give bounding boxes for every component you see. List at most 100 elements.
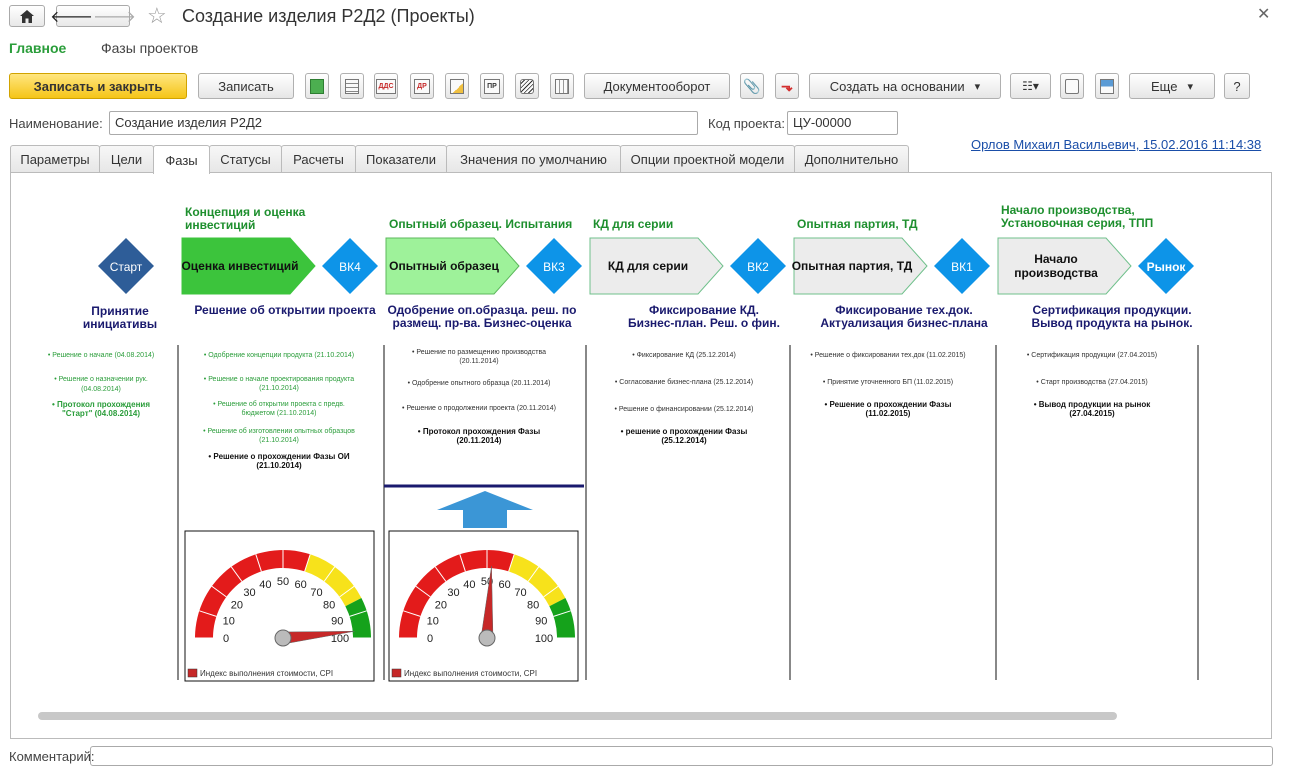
attach-button[interactable]: 📎 [740, 73, 764, 99]
project-code-label: Код проекта: [708, 116, 785, 131]
horizontal-scrollbar[interactable] [38, 712, 1117, 720]
start-item: • Решение о назначении рук. [54, 376, 148, 383]
structure-icon: ☷▾ [1022, 79, 1039, 93]
tab-phases[interactable]: Фазы [153, 145, 210, 174]
export-button[interactable] [1095, 73, 1119, 99]
gauge-hub [478, 629, 496, 647]
gate-label: Рынок [1147, 260, 1187, 274]
phase-header: Опытная партия, ТД [797, 217, 918, 231]
name-field[interactable]: Создание изделия Р2Д2 [109, 111, 698, 135]
section-main[interactable]: Главное [9, 40, 66, 56]
phase-header: КД для серии [593, 217, 673, 231]
gauge-tick-label: 10 [427, 615, 439, 627]
gauge-tick-label: 40 [463, 579, 475, 591]
docflow-button[interactable]: Документооборот [584, 73, 730, 99]
phase-box-label: КД для серии [608, 259, 688, 273]
gauge-tick-label: 60 [498, 579, 510, 591]
phase-item: • Решение о прохождении Фазы ОИ [208, 452, 349, 461]
gauge-tick-label: 70 [310, 587, 322, 599]
phase-item: • Решение о продолжении проекта (20.11.2… [402, 405, 556, 412]
start-caption: Принятие [91, 304, 149, 318]
phase-item: • Сертификация продукции (27.04.2015) [1027, 352, 1157, 359]
current-phase-arrow [437, 491, 533, 528]
gauge-tick-label: 10 [223, 615, 235, 627]
gauge-tick-label: 50 [277, 576, 289, 588]
nav-back-forward: 🡐 🡒 [50, 5, 136, 27]
phase-item: (11.02.2015) [866, 409, 911, 418]
print-button[interactable] [1060, 73, 1084, 99]
phase-item: (21.10.2014) [256, 461, 302, 470]
phase-caption: Фиксирование тех.док. [835, 303, 972, 317]
phase-item: • Решение о прохождении Фазы [825, 400, 952, 409]
gauge-tick-label: 30 [447, 587, 459, 599]
report-green-button[interactable] [305, 73, 329, 99]
phases-panel: Старт Принятие инициативы • Решение о начал… [10, 172, 1272, 739]
structure-dropdown-button[interactable]: ☷▾ [1010, 73, 1051, 99]
create-based-on-button[interactable]: Создать на основании [809, 73, 1001, 99]
phase-item: • Одобрение концепции продукта (21.10.20… [204, 351, 354, 359]
dds-report-button[interactable]: ДДС [374, 73, 398, 99]
tab-additional[interactable]: Дополнительно [794, 145, 909, 173]
tab-goals[interactable]: Цели [99, 145, 154, 173]
phase-item: • Принятие уточненного БП (11.02.2015) [823, 379, 953, 386]
project-code-field[interactable]: ЦУ-00000 [787, 111, 898, 135]
phase-box-label: Опытный образец [389, 259, 499, 273]
phase-caption: Одобрение оп.образца. реш. по [388, 303, 577, 317]
forward-arrow-icon[interactable]: 🡒 [93, 6, 136, 27]
help-button[interactable]: ? [1224, 73, 1250, 99]
edit-document-button[interactable] [445, 73, 469, 99]
list-report-button[interactable] [340, 73, 364, 99]
tab-calculations[interactable]: Расчеты [281, 145, 356, 173]
phase-item: • Решение о фиксировании тех.док (11.02.… [810, 352, 965, 359]
more-button[interactable]: Еще [1129, 73, 1215, 99]
phase-caption: размещ. пр-ва. Бизнес-оценка [392, 316, 571, 330]
phase-diagram: Старт Принятиеинициативы • Решение о начал… [48, 203, 1199, 682]
phase-item: • Протокол прохождения Фазы [418, 427, 541, 436]
gauge-tick-label: 20 [435, 599, 447, 611]
tab-parameters[interactable]: Параметры [10, 145, 100, 173]
table-icon [555, 78, 569, 94]
gauge-hub [274, 629, 292, 647]
save-button[interactable]: Записать [198, 73, 294, 99]
gauge-tick-label: 0 [427, 633, 433, 645]
tab-indicators[interactable]: Показатели [355, 145, 447, 173]
favorite-star-icon[interactable]: ☆ [147, 3, 167, 29]
phase-caption: Вывод продукта на рынок. [1031, 316, 1192, 330]
comment-field[interactable] [90, 746, 1273, 766]
gauge-tick-label: 90 [535, 615, 547, 627]
tab-statuses[interactable]: Статусы [209, 145, 282, 173]
gauge-tick-label: 90 [331, 615, 343, 627]
gate-label: ВК1 [951, 260, 973, 274]
back-arrow-icon[interactable]: 🡐 [50, 6, 93, 27]
home-button[interactable] [9, 5, 45, 27]
dr-report-button[interactable]: ДР [410, 73, 434, 99]
phase-item: (21.10.2014) [259, 437, 299, 444]
author-link[interactable]: Орлов Михаил Васильевич, 15.02.2016 11:1… [971, 137, 1261, 152]
save-and-close-button[interactable]: Записать и закрыть [9, 73, 187, 99]
start-item: "Старт" (04.08.2014) [62, 409, 140, 418]
phase-header: Начало производства, [1001, 203, 1135, 217]
section-phases[interactable]: Фазы проектов [101, 40, 198, 56]
gauge-tick-label: 70 [514, 587, 526, 599]
phase-caption: Фиксирование КД. [649, 303, 759, 317]
stack-icon [520, 78, 534, 94]
close-icon[interactable]: ✕ [1257, 4, 1270, 24]
edit-document-icon [450, 78, 464, 94]
phase-item: • Решение об изготовлении опытных образц… [203, 427, 355, 435]
pr-report-button[interactable]: ПР [480, 73, 504, 99]
tab-model-options[interactable]: Опции проектной модели [620, 145, 795, 173]
green-report-icon [310, 78, 324, 94]
phase-item: • Решение по размещению производства [412, 349, 546, 356]
gauge-legend-label: Индекс выполнения стоимости, CPI [200, 669, 333, 678]
gauge-tick-label: 80 [323, 599, 335, 611]
tab-defaults[interactable]: Значения по умолчанию [446, 145, 621, 173]
phase-item: • Решение об открытии проекта с предв. [213, 400, 345, 408]
gauge-tick-label: 0 [223, 633, 229, 645]
stack-button[interactable] [515, 73, 539, 99]
phase-caption: Бизнес-план. Реш. о фин. [628, 316, 780, 330]
red-arrow-button[interactable]: ⬎ [775, 73, 799, 99]
table-button[interactable] [550, 73, 574, 99]
phase-caption: Решение об открытии проекта [194, 303, 376, 317]
phase-caption: Актуализация бизнес-плана [820, 316, 988, 330]
gauge-tick-label: 80 [527, 599, 539, 611]
